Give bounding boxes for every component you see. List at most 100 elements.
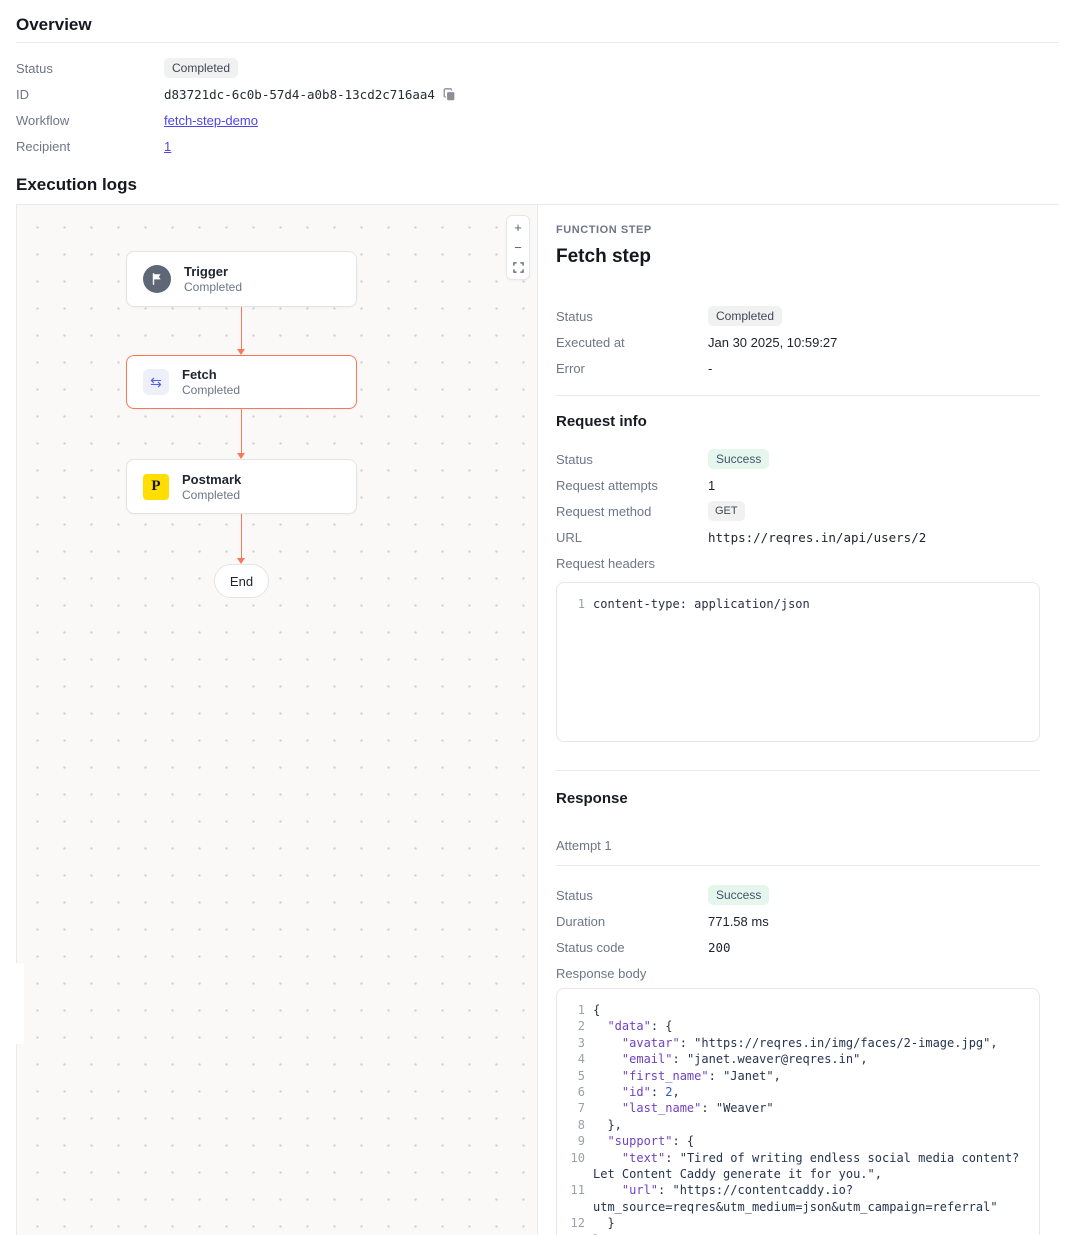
code-content: "last_name": "Weaver" — [593, 1100, 1023, 1116]
request-attempts-row: Request attempts 1 — [556, 472, 1040, 498]
url-row: URL https://reqres.in/api/users/2 — [556, 524, 1040, 550]
canvas-edge-overlay — [0, 963, 24, 1044]
node-trigger[interactable]: Trigger Completed — [126, 251, 357, 307]
response-body-row: Response body — [556, 960, 1040, 986]
duration-value: 771.58 ms — [708, 914, 769, 929]
step-status-row: Status Completed — [556, 303, 1040, 329]
line-number: 10 — [569, 1150, 585, 1183]
node-status: Completed — [182, 383, 240, 397]
code-content: "support": { — [593, 1133, 1023, 1149]
response-status-row: Status Success — [556, 882, 1040, 908]
code-line: 12 } — [569, 1215, 1023, 1231]
attempt-label: Attempt 1 — [556, 837, 1040, 855]
line-number: 5 — [569, 1068, 585, 1084]
line-number: 7 — [569, 1100, 585, 1116]
code-line: 7 "last_name": "Weaver" — [569, 1100, 1023, 1116]
code-line: 9 "support": { — [569, 1133, 1023, 1149]
step-title: Fetch step — [556, 245, 1040, 269]
copy-icon — [443, 88, 456, 101]
execution-logs-panel: + − Trigger — [16, 204, 1059, 1235]
end-node[interactable]: End — [214, 564, 269, 598]
status-code-row: Status code 200 — [556, 934, 1040, 960]
status-badge: Completed — [164, 58, 238, 78]
fullscreen-button[interactable] — [508, 258, 528, 277]
request-headers-code: 1 content-type: application/json — [556, 582, 1040, 742]
workflow-label: Workflow — [16, 113, 164, 128]
postmark-icon: P — [143, 474, 169, 500]
line-number: 8 — [569, 1117, 585, 1133]
line-number: 12 — [569, 1215, 585, 1231]
code-content: "url": "https://contentcaddy.io?utm_sour… — [593, 1182, 1023, 1215]
workflow-canvas[interactable]: + − Trigger — [16, 205, 538, 1235]
code-line: 2 "data": { — [569, 1018, 1023, 1034]
request-status-row: Status Success — [556, 446, 1040, 472]
code-line: 6 "id": 2, — [569, 1084, 1023, 1100]
duration-row: Duration 771.58 ms — [556, 908, 1040, 934]
error-value: - — [708, 361, 712, 376]
code-content: { — [593, 1002, 1023, 1018]
code-line: 4 "email": "janet.weaver@reqres.in", — [569, 1051, 1023, 1067]
execution-detail-page: Overview Status Completed ID d83721dc-6c… — [0, 0, 1075, 1235]
connector-arrow — [237, 514, 246, 564]
method-badge: GET — [708, 501, 745, 521]
flag-icon — [143, 265, 171, 293]
code-content: "data": { — [593, 1018, 1023, 1034]
workflow-node-column: Trigger Completed ⇆ Fetch Completed P — [126, 251, 357, 598]
executed-at-row: Executed at Jan 30 2025, 10:59:27 — [556, 329, 1040, 355]
recipient-link[interactable]: 1 — [164, 139, 171, 154]
code-line: 11 "url": "https://contentcaddy.io?utm_s… — [569, 1182, 1023, 1215]
connector-arrow — [237, 307, 246, 355]
status-code-value: 200 — [708, 940, 731, 955]
overview-status-row: Status Completed — [16, 55, 1059, 81]
function-step-kicker: FUNCTION STEP — [556, 223, 1040, 237]
swap-horizontal-icon: ⇆ — [143, 369, 169, 395]
code-line: 8 }, — [569, 1117, 1023, 1133]
status-label: Status — [556, 452, 708, 467]
success-badge: Success — [708, 885, 769, 905]
code-line: 3 "avatar": "https://reqres.in/img/faces… — [569, 1035, 1023, 1051]
line-number: 6 — [569, 1084, 585, 1100]
line-number: 1 — [569, 1002, 585, 1018]
code-content: "first_name": "Janet", — [593, 1068, 1023, 1084]
zoom-out-button[interactable]: − — [508, 238, 528, 257]
code-content: content-type: application/json — [593, 596, 1023, 612]
executed-at-value: Jan 30 2025, 10:59:27 — [708, 335, 837, 350]
request-info-title: Request info — [556, 412, 1040, 432]
line-number: 3 — [569, 1035, 585, 1051]
id-value: d83721dc-6c0b-57d4-a0b8-13cd2c716aa4 — [164, 87, 435, 102]
overview-recipient-row: Recipient 1 — [16, 133, 1059, 159]
line-number: 1 — [569, 596, 585, 612]
executed-at-label: Executed at — [556, 335, 708, 350]
status-label: Status — [556, 309, 708, 324]
node-postmark[interactable]: P Postmark Completed — [126, 459, 357, 514]
zoom-in-button[interactable]: + — [508, 218, 528, 237]
code-content: "avatar": "https://reqres.in/img/faces/2… — [593, 1035, 1023, 1051]
request-headers-label: Request headers — [556, 556, 708, 571]
connector-arrow — [237, 409, 246, 459]
node-title: Postmark — [182, 472, 241, 487]
code-content: } — [593, 1215, 1023, 1231]
code-content: "email": "janet.weaver@reqres.in", — [593, 1051, 1023, 1067]
overview-divider — [16, 42, 1059, 43]
line-number: 11 — [569, 1182, 585, 1215]
status-code-label: Status code — [556, 940, 708, 955]
status-label: Status — [16, 61, 164, 76]
overview-id-row: ID d83721dc-6c0b-57d4-a0b8-13cd2c716aa4 — [16, 81, 1059, 107]
code-line: 1 content-type: application/json — [569, 596, 1023, 612]
code-content: }, — [593, 1117, 1023, 1133]
overview-workflow-row: Workflow fetch-step-demo — [16, 107, 1059, 133]
section-divider — [556, 770, 1040, 771]
status-badge: Completed — [708, 306, 782, 326]
copy-id-button[interactable] — [443, 88, 456, 101]
workflow-link[interactable]: fetch-step-demo — [164, 113, 258, 128]
node-title: Trigger — [184, 264, 242, 279]
line-number: 9 — [569, 1133, 585, 1149]
request-attempts-value: 1 — [708, 478, 715, 493]
response-body-label: Response body — [556, 966, 708, 981]
node-title: Fetch — [182, 367, 240, 382]
execution-logs-title: Execution logs — [16, 175, 1059, 195]
code-line: 1{ — [569, 1002, 1023, 1018]
request-headers-row: Request headers — [556, 550, 1040, 576]
node-fetch[interactable]: ⇆ Fetch Completed — [126, 355, 357, 409]
node-status: Completed — [182, 488, 241, 502]
